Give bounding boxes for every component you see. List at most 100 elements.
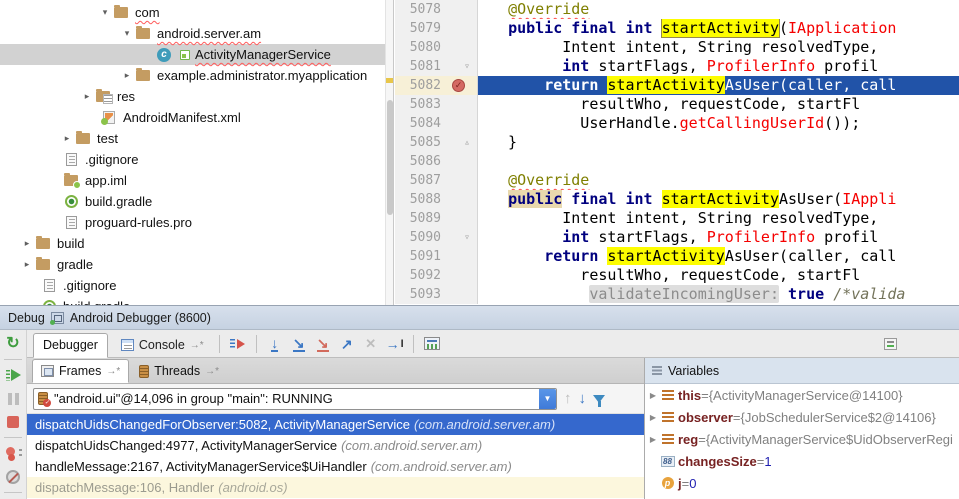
chevron-right-icon[interactable]: ▸ <box>20 259 34 270</box>
frame-up-button[interactable]: ↑ <box>564 391 572 406</box>
fold-up-icon[interactable]: ▵ <box>464 133 470 152</box>
tree-item-test[interactable]: ▸ test <box>0 128 393 149</box>
pause-button[interactable] <box>2 389 24 408</box>
code-line[interactable]: 5093 validateIncomingUser: true /*valida <box>395 285 959 304</box>
tree-scrollbar[interactable] <box>385 0 393 305</box>
code-text[interactable]: Intent intent, String resolvedType, <box>478 209 959 228</box>
variable-row[interactable]: ▶ reg = {ActivityManagerService$UidObser… <box>645 428 959 450</box>
restore-layout-icon[interactable] <box>884 338 897 350</box>
gutter-cell[interactable]: 5081▿ <box>395 57 478 76</box>
tab-threads[interactable]: Threads →* <box>131 359 227 383</box>
code-line[interactable]: 5090▿ int startFlags, ProfilerInfo profi… <box>395 228 959 247</box>
tree-scrollbar-thumb[interactable] <box>387 100 393 215</box>
tree-item-gitignore-root[interactable]: .gitignore <box>0 275 393 296</box>
code-line[interactable]: 5086 <box>395 152 959 171</box>
tree-item-android-server-am[interactable]: ▾ android.server.am <box>0 23 393 44</box>
gutter-cell[interactable]: 5085▵ <box>395 133 478 152</box>
gutter-cell[interactable]: 5086 <box>395 152 478 171</box>
gutter-cell[interactable]: 5084 <box>395 114 478 133</box>
code-line[interactable]: 5092 resultWho, requestCode, startFl <box>395 266 959 285</box>
tab-debugger[interactable]: Debugger <box>33 333 108 358</box>
tab-frames[interactable]: Frames →* <box>32 359 129 383</box>
breakpoint-icon[interactable]: ✓ <box>452 79 465 92</box>
gutter-cell[interactable]: 5090▿ <box>395 228 478 247</box>
force-step-into-button[interactable]: ↘ <box>311 332 335 356</box>
code-text[interactable]: int startFlags, ProfilerInfo profil <box>478 57 959 76</box>
show-execution-point-button[interactable] <box>226 332 250 356</box>
hide-frames-filter-button[interactable] <box>593 395 605 403</box>
tree-item-res[interactable]: ▸ res <box>0 86 393 107</box>
variable-row[interactable]: ▶ observer = {JobSchedulerService$2@1410… <box>645 406 959 428</box>
variable-row[interactable]: 88 changesSize = 1 <box>645 450 959 472</box>
gutter-cell[interactable]: 5089 <box>395 209 478 228</box>
tree-item-build[interactable]: ▸ build <box>0 233 393 254</box>
chevron-right-icon[interactable]: ▸ <box>20 238 34 249</box>
expand-arrow-icon[interactable]: ▶ <box>647 435 659 444</box>
chevron-down-icon[interactable]: ▾ <box>98 7 112 18</box>
tab-console[interactable]: Console →* <box>112 333 213 358</box>
stack-frame-row[interactable]: dispatchUidsChangedForObserver:5082, Act… <box>27 414 644 435</box>
code-text[interactable]: @Override <box>478 171 959 190</box>
stack-frame-row[interactable]: handleMessage:2167, ActivityManagerServi… <box>27 456 644 477</box>
tree-item-androidmanifest[interactable]: AndroidManifest.xml <box>0 107 393 128</box>
mute-breakpoints-button[interactable] <box>2 467 24 486</box>
code-text[interactable]: resultWho, requestCode, startFl <box>478 95 959 114</box>
stack-frame-row[interactable]: dispatchUidsChanged:4977, ActivityManage… <box>27 435 644 456</box>
code-text[interactable]: return startActivityAsUser(caller, call <box>478 76 959 95</box>
stop-button[interactable] <box>2 412 24 431</box>
expand-arrow-icon[interactable]: ▶ <box>647 391 659 400</box>
drop-frame-button[interactable]: ✕ <box>359 332 383 356</box>
code-line[interactable]: 5079 public final int startActivity(IApp… <box>395 19 959 38</box>
rerun-button[interactable]: ↻ <box>2 334 24 353</box>
stack-frame-row[interactable]: dispatchMessage:106, Handler (android.os… <box>27 477 644 498</box>
code-text[interactable]: UserHandle.getCallingUserId()); <box>478 114 959 133</box>
dropdown-arrow-button[interactable]: ▼ <box>539 389 556 409</box>
resume-button[interactable] <box>2 366 24 385</box>
tree-item-build-gradle-app[interactable]: build.gradle <box>0 191 393 212</box>
code-text[interactable] <box>478 152 959 171</box>
expand-arrow-icon[interactable]: ▶ <box>647 413 659 422</box>
code-text[interactable]: Intent intent, String resolvedType, <box>478 38 959 57</box>
code-line[interactable]: 5078 @Override <box>395 0 959 19</box>
code-text[interactable]: resultWho, requestCode, startFl <box>478 266 959 285</box>
evaluate-expression-button[interactable] <box>420 332 444 356</box>
fold-down-icon[interactable]: ▿ <box>464 57 470 76</box>
code-text[interactable]: @Override <box>478 0 959 19</box>
code-text[interactable]: } <box>478 133 959 152</box>
tree-item-gitignore-app[interactable]: .gitignore <box>0 149 393 170</box>
gutter-cell[interactable]: 5082✓ <box>395 76 478 95</box>
code-line[interactable]: 5085▵ } <box>395 133 959 152</box>
step-out-button[interactable]: ↗ <box>335 332 359 356</box>
frame-down-button[interactable]: ↓ <box>579 391 587 406</box>
chevron-right-icon[interactable]: ▸ <box>60 133 74 144</box>
thread-selector-dropdown[interactable]: ✓ "android.ui"@14,096 in group "main": R… <box>33 388 557 410</box>
gutter-cell[interactable]: 5080 <box>395 38 478 57</box>
gutter-cell[interactable]: 5093 <box>395 285 478 304</box>
gutter-cell[interactable]: 5088 <box>395 190 478 209</box>
gutter-cell[interactable]: 5087 <box>395 171 478 190</box>
code-line[interactable]: 5083 resultWho, requestCode, startFl <box>395 95 959 114</box>
variable-row[interactable]: p j = 0 <box>645 472 959 494</box>
gutter-cell[interactable]: 5079 <box>395 19 478 38</box>
tree-item-build-gradle-root[interactable]: build.gradle <box>0 296 393 305</box>
run-to-cursor-button[interactable]: → I <box>383 332 407 356</box>
tree-item-gradle[interactable]: ▸ gradle <box>0 254 393 275</box>
variable-row[interactable]: ▶ this = {ActivityManagerService@14100} <box>645 384 959 406</box>
gutter-cell[interactable]: 5091 <box>395 247 478 266</box>
code-text[interactable]: validateIncomingUser: true /*valida <box>478 285 959 304</box>
code-text[interactable]: return startActivityAsUser(caller, call <box>478 247 959 266</box>
code-line[interactable]: 5080 Intent intent, String resolvedType, <box>395 38 959 57</box>
gutter-cell[interactable]: 5078 <box>395 0 478 19</box>
view-breakpoints-button[interactable] <box>2 444 24 463</box>
chevron-right-icon[interactable]: ▸ <box>80 91 94 102</box>
step-over-button[interactable]: ↓ <box>263 332 287 356</box>
gutter-cell[interactable]: 5092 <box>395 266 478 285</box>
tree-item-proguard-rules[interactable]: proguard-rules.pro <box>0 212 393 233</box>
code-line[interactable]: 5088 public final int startActivityAsUse… <box>395 190 959 209</box>
tree-item-example-package[interactable]: ▸ example.administrator.myapplication <box>0 65 393 86</box>
fold-down-icon[interactable]: ▿ <box>464 228 470 247</box>
code-line[interactable]: 5087 @Override <box>395 171 959 190</box>
code-editor-pane[interactable]: 5078 @Override5079 public final int star… <box>395 0 959 305</box>
step-into-button[interactable]: ↘ <box>287 332 311 356</box>
tree-item-app-iml[interactable]: app.iml <box>0 170 393 191</box>
